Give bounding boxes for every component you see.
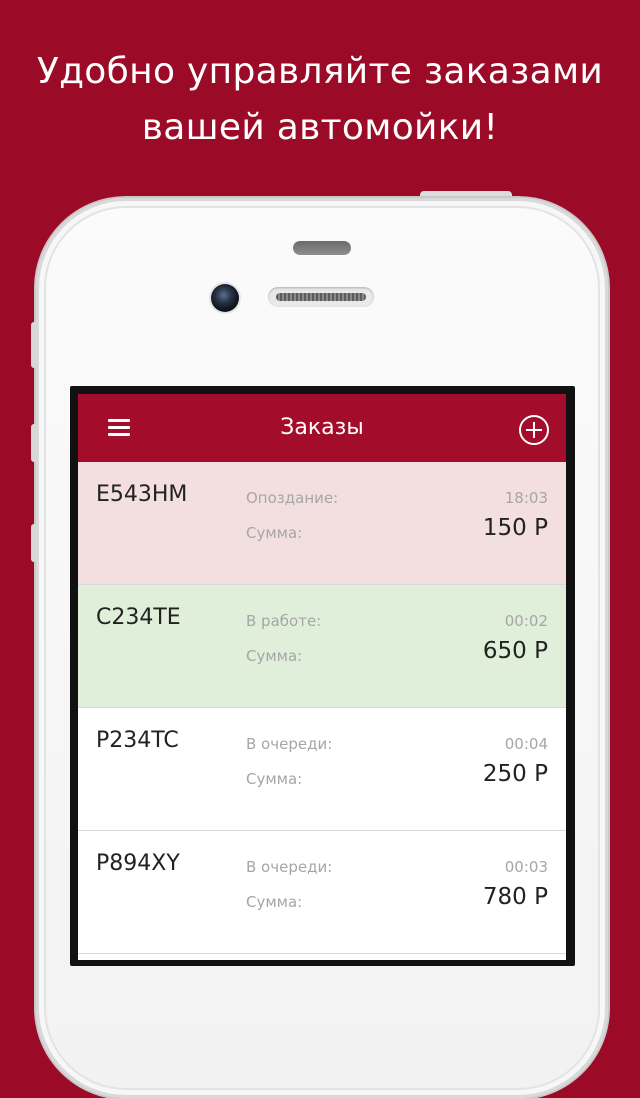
order-amount: 250 Р <box>482 761 548 787</box>
order-status-label: В работе: <box>246 612 322 630</box>
phone-volume-up-button <box>31 424 37 462</box>
app-screen: Заказы E543HM Опоздание: Сумма: 18:03 15… <box>78 394 566 960</box>
order-row[interactable]: P234TC В очереди: Сумма: 00:04 250 Р <box>78 708 566 831</box>
order-amount: 780 Р <box>482 884 548 910</box>
order-time: 00:03 <box>504 858 548 876</box>
promo-headline-line1: Удобно управляйте заказами <box>36 51 604 92</box>
order-sum-label: Сумма: <box>246 893 303 911</box>
order-sum-label: Сумма: <box>246 770 303 788</box>
order-time: 18:03 <box>504 489 548 507</box>
app-bar: Заказы <box>78 394 566 462</box>
order-time: 00:04 <box>504 735 548 753</box>
hamburger-menu-icon[interactable] <box>108 419 130 437</box>
order-time: 00:02 <box>504 612 548 630</box>
front-camera-icon <box>211 284 239 312</box>
order-row[interactable]: E543HM Опоздание: Сумма: 18:03 150 Р <box>78 462 566 585</box>
app-title: Заказы <box>280 415 364 440</box>
add-order-icon[interactable] <box>519 415 549 445</box>
order-status-label: Опоздание: <box>246 489 339 507</box>
promo-headline: Удобно управляйте заказами вашей автомой… <box>0 44 640 156</box>
orders-list: E543HM Опоздание: Сумма: 18:03 150 Р C23… <box>78 462 566 954</box>
order-plate: E543HM <box>96 482 188 507</box>
order-amount: 150 Р <box>482 515 548 541</box>
phone-sensor <box>293 241 351 255</box>
order-status-label: В очереди: <box>246 858 333 876</box>
earpiece-speaker <box>268 287 374 307</box>
order-plate: P894XY <box>96 851 180 876</box>
order-status-label: В очереди: <box>246 735 333 753</box>
order-sum-label: Сумма: <box>246 524 303 542</box>
order-row[interactable]: C234TE В работе: Сумма: 00:02 650 Р <box>78 585 566 708</box>
promo-headline-line2: вашей автомойки! <box>141 107 499 148</box>
order-plate: C234TE <box>96 605 181 630</box>
order-plate: P234TC <box>96 728 179 753</box>
phone-volume-down-button <box>31 524 37 562</box>
order-row[interactable]: P894XY В очереди: Сумма: 00:03 780 Р <box>78 831 566 954</box>
order-amount: 650 Р <box>482 638 548 664</box>
phone-mute-switch <box>31 322 37 368</box>
order-sum-label: Сумма: <box>246 647 303 665</box>
